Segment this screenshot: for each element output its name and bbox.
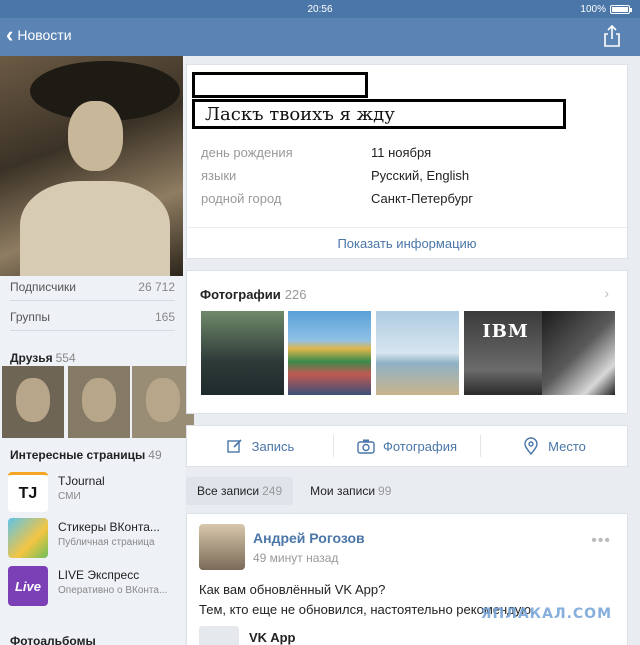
- page-subtitle: Оперативно о ВКонта...: [58, 585, 168, 596]
- wall-post: Андрей Рогозов 49 минут назад ••• Как ва…: [186, 513, 628, 645]
- watermark: ЯПЛАКАЛ.COM: [480, 606, 612, 622]
- friend-avatar[interactable]: [132, 366, 194, 438]
- friends-count: 554: [55, 351, 76, 365]
- page-name: Стикеры ВКонта...: [58, 520, 160, 534]
- photo-thumb[interactable]: [376, 311, 459, 395]
- info-key: языки: [201, 168, 237, 183]
- photos-count: 226: [284, 287, 307, 302]
- tab-count: 249: [262, 484, 283, 498]
- action-label: Место: [548, 438, 586, 454]
- tab-label: Все записи: [197, 484, 260, 498]
- post-text-line: Как вам обновлённый VK App?: [199, 582, 386, 597]
- new-post-button[interactable]: Запись: [187, 437, 333, 455]
- left-column: Подписчики 26 712 Группы 165 Друзья 554 И…: [0, 56, 194, 645]
- photo-thumb[interactable]: [288, 311, 371, 395]
- page-item-tjournal[interactable]: TJ TJournal СМИ: [8, 472, 183, 516]
- photos-header[interactable]: Фотографии 226: [200, 287, 307, 302]
- friends-title: Друзья: [10, 351, 53, 365]
- post-author[interactable]: Андрей Рогозов: [253, 530, 365, 546]
- avatar[interactable]: [199, 524, 245, 570]
- followers-count: 26 712: [138, 280, 175, 294]
- page-item-live[interactable]: Live LIVE Экспресс Оперативно о ВКонта..…: [8, 566, 183, 610]
- chevron-right-icon[interactable]: ›: [604, 285, 609, 301]
- profile-info-card: Ласкъ твоихъ я жду день рождения 11 нояб…: [186, 64, 628, 259]
- friend-avatar[interactable]: [68, 366, 130, 438]
- tab-all-posts[interactable]: Все записи 249: [186, 477, 294, 505]
- photo-thumb-text: IBM: [482, 321, 529, 342]
- status-time: 20:56: [307, 4, 333, 15]
- albums-header[interactable]: Фотоальбомы: [10, 634, 96, 645]
- photos-card: Фотографии 226 › IBM: [186, 270, 628, 414]
- info-value: Санкт-Петербург: [371, 191, 473, 206]
- battery-indicator: 100%: [580, 4, 632, 15]
- page-subtitle: Публичная страница: [58, 537, 155, 548]
- battery-percent: 100%: [580, 4, 606, 15]
- attachment-title[interactable]: VK App: [249, 630, 295, 645]
- share-icon[interactable]: [602, 24, 622, 48]
- nav-bar: ‹ Новости: [0, 18, 640, 56]
- info-key: день рождения: [201, 145, 293, 160]
- wall-tabs: Все записи 249 Мои записи 99: [186, 477, 628, 505]
- more-options-icon[interactable]: •••: [591, 532, 611, 550]
- groups-count: 165: [154, 310, 175, 324]
- interesting-pages-count: 49: [148, 448, 162, 462]
- page-name: TJournal: [58, 474, 105, 488]
- page-subtitle: СМИ: [58, 491, 81, 502]
- status-bar: 20:56 100%: [0, 0, 640, 18]
- location-pin-icon: [524, 437, 538, 455]
- edit-icon: [226, 439, 242, 453]
- place-button[interactable]: Место: [481, 437, 627, 455]
- followers-row[interactable]: Подписчики 26 712: [10, 280, 175, 294]
- info-key: родной город: [201, 191, 282, 206]
- live-logo-icon: Live: [8, 566, 48, 606]
- tab-label: Мои записи: [310, 484, 376, 498]
- info-value: 11 ноября: [371, 145, 432, 160]
- groups-row[interactable]: Группы 165: [10, 310, 175, 324]
- friends-header[interactable]: Друзья 554: [10, 351, 76, 365]
- photo-thumb[interactable]: [201, 311, 284, 395]
- action-label: Фотография: [382, 438, 458, 454]
- post-actions-bar: Запись Фотография Место: [186, 425, 628, 467]
- back-button[interactable]: ‹ Новости: [6, 22, 72, 47]
- battery-icon: [610, 5, 632, 14]
- divider: [10, 330, 175, 331]
- back-label: Новости: [17, 27, 72, 43]
- photo-thumb[interactable]: IBM: [464, 311, 547, 395]
- redacted-name: [192, 72, 368, 98]
- app-attachment-icon[interactable]: [199, 626, 239, 645]
- divider: [10, 300, 175, 301]
- stickers-logo-icon: [8, 518, 48, 558]
- profile-status: Ласкъ твоихъ я жду: [192, 99, 566, 129]
- info-value: Русский, English: [371, 168, 470, 183]
- tjournal-logo-icon: TJ: [8, 472, 48, 512]
- photo-button[interactable]: Фотография: [334, 437, 480, 455]
- show-info-button[interactable]: Показать информацию: [187, 227, 627, 251]
- action-label: Запись: [251, 438, 295, 454]
- interesting-pages-header[interactable]: Интересные страницы 49: [10, 448, 162, 462]
- followers-label: Подписчики: [10, 280, 77, 294]
- photo-thumb[interactable]: [542, 311, 615, 395]
- info-row-languages: языки Русский, English: [201, 168, 601, 183]
- interesting-pages-title: Интересные страницы: [10, 448, 146, 462]
- info-row-birthday: день рождения 11 ноября: [201, 145, 601, 160]
- page-item-stickers[interactable]: Стикеры ВКонта... Публичная страница: [8, 518, 183, 562]
- chevron-left-icon: ‹: [6, 22, 14, 47]
- post-time[interactable]: 49 минут назад: [253, 551, 338, 565]
- tab-count: 99: [378, 484, 392, 498]
- info-row-hometown: родной город Санкт-Петербург: [201, 191, 601, 206]
- friend-avatar[interactable]: [2, 366, 64, 438]
- profile-photo[interactable]: [0, 56, 183, 276]
- camera-icon: [357, 439, 375, 454]
- photos-title: Фотографии: [200, 287, 281, 302]
- tab-my-posts[interactable]: Мои записи 99: [299, 477, 402, 505]
- page-name: LIVE Экспресс: [58, 568, 140, 582]
- groups-label: Группы: [10, 310, 50, 324]
